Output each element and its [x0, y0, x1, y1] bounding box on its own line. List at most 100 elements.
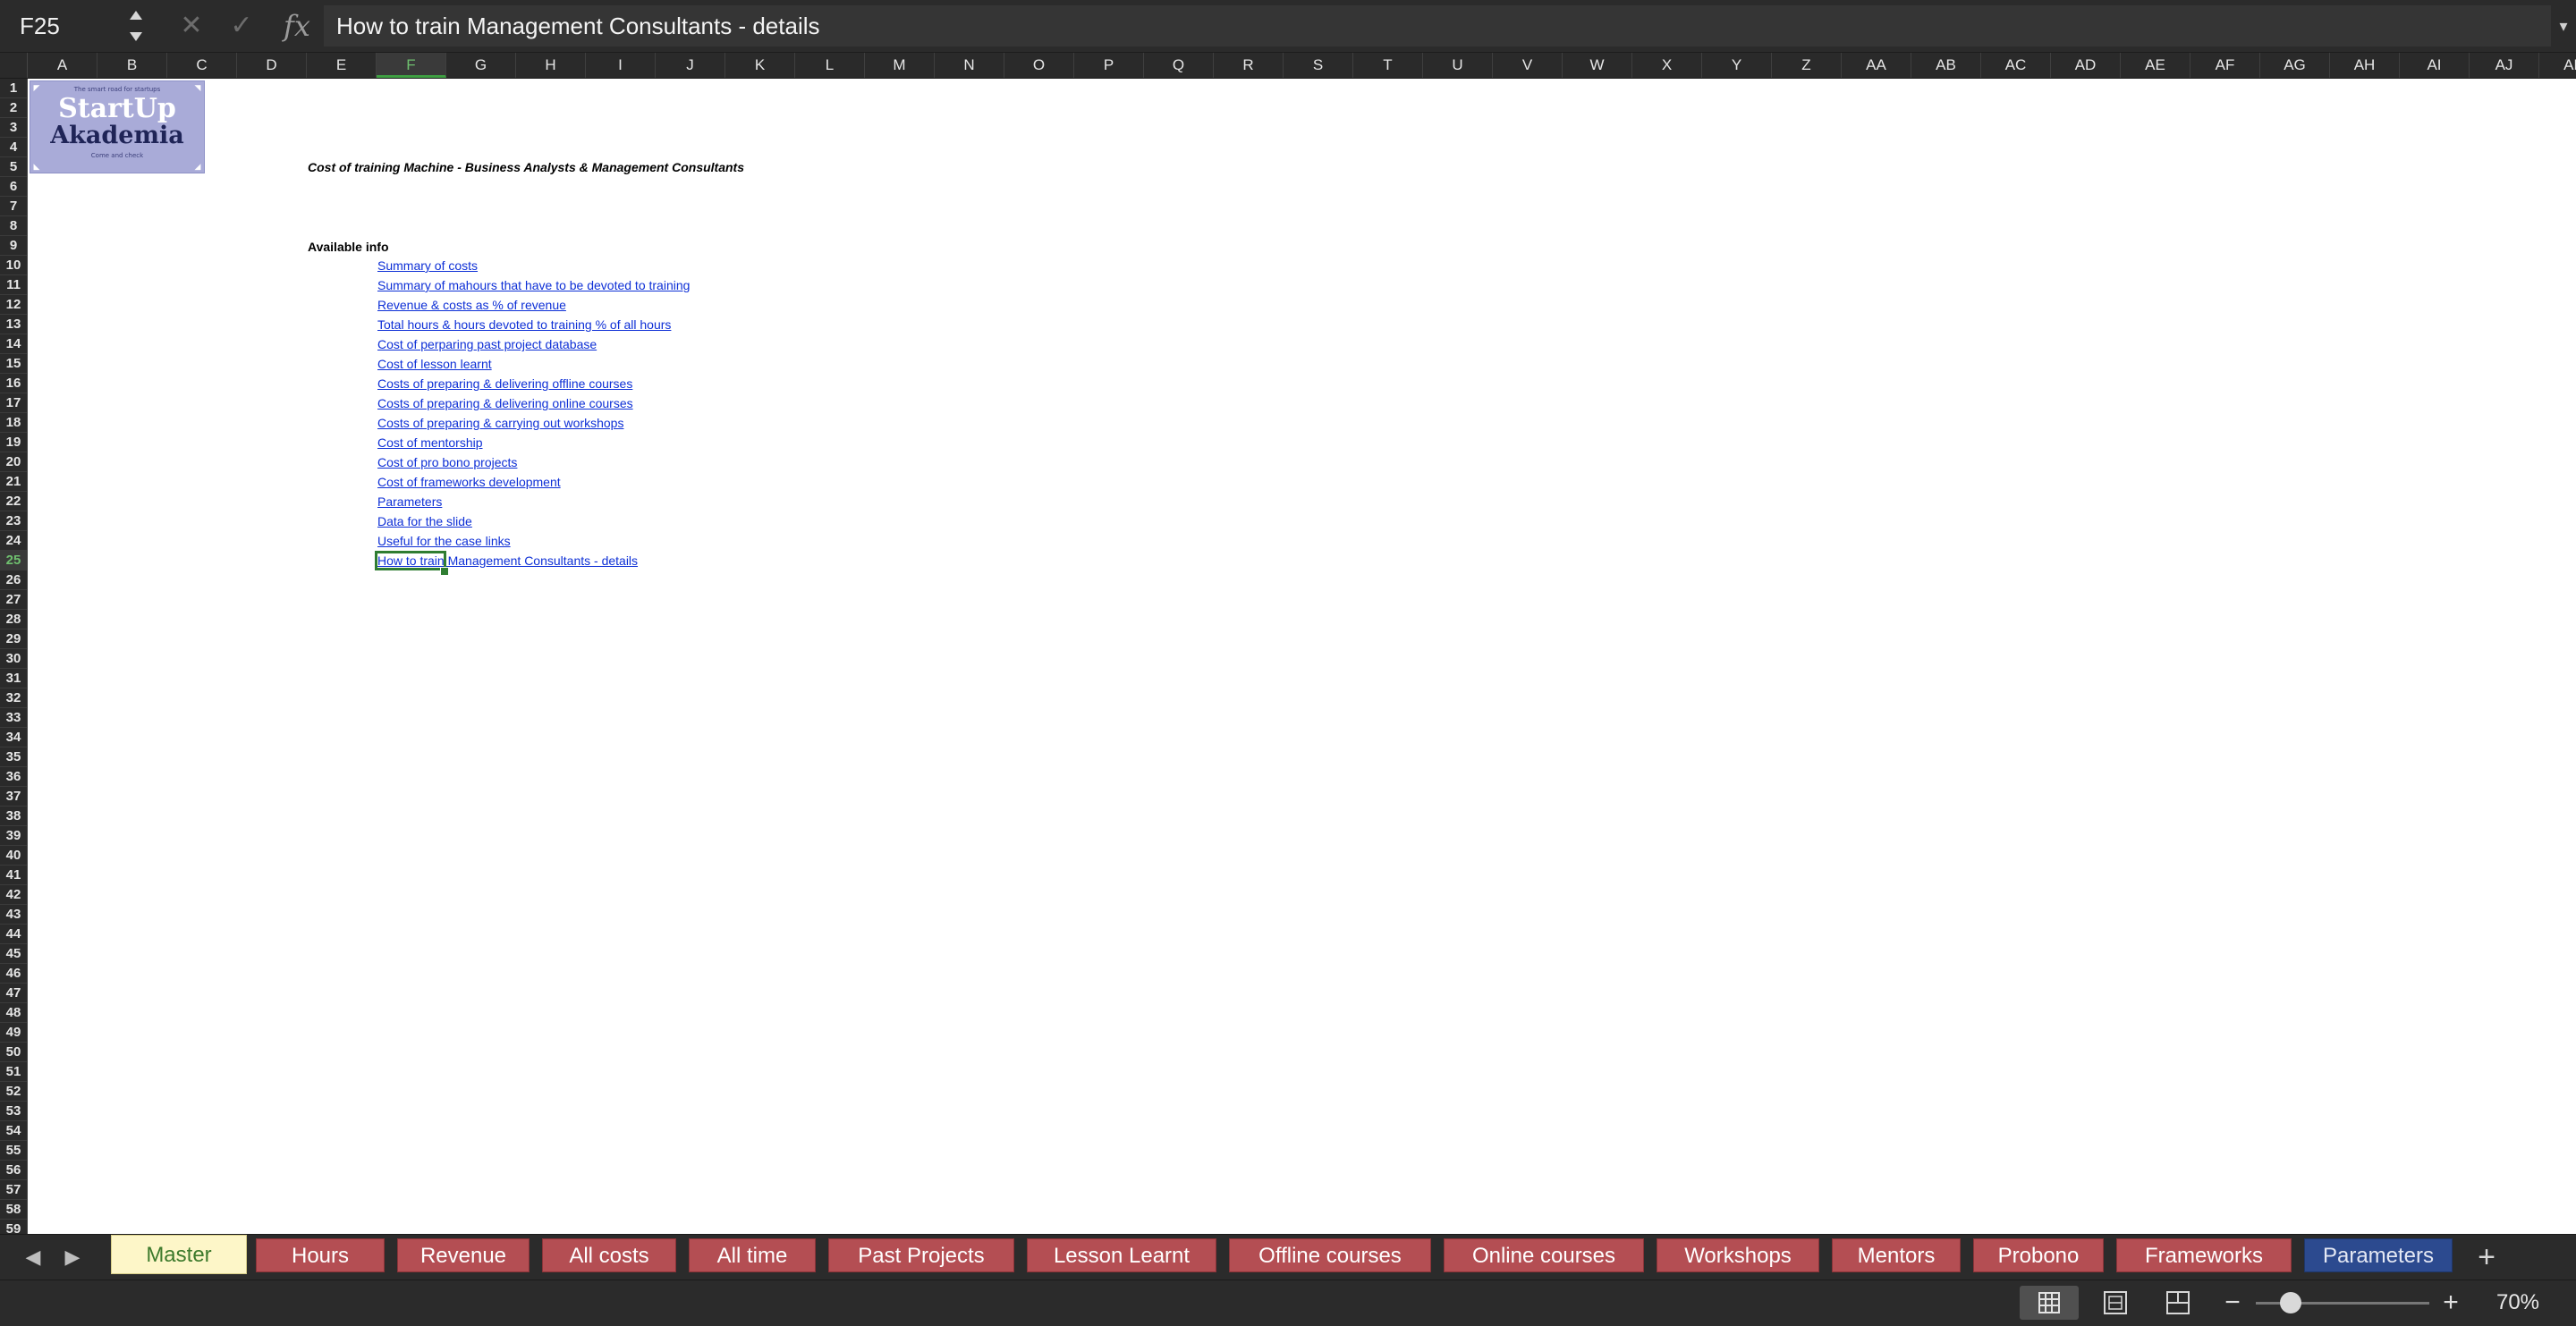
- row-header-26[interactable]: 26: [0, 570, 27, 590]
- row-header-51[interactable]: 51: [0, 1062, 27, 1082]
- link-online-courses[interactable]: Costs of preparing & delivering online c…: [377, 396, 633, 410]
- tab-past-projects[interactable]: Past Projects: [828, 1238, 1014, 1272]
- link-offline-courses[interactable]: Costs of preparing & delivering offline …: [377, 376, 632, 391]
- row-header-34[interactable]: 34: [0, 728, 27, 747]
- column-header-v[interactable]: V: [1493, 53, 1563, 78]
- fill-handle[interactable]: [440, 567, 449, 576]
- tab-offline-courses[interactable]: Offline courses: [1229, 1238, 1431, 1272]
- select-all-corner[interactable]: [0, 53, 28, 78]
- row-header-6[interactable]: 6: [0, 177, 27, 197]
- tab-revenue[interactable]: Revenue: [397, 1238, 530, 1272]
- link-revenue-costs[interactable]: Revenue & costs as % of revenue: [377, 298, 566, 312]
- add-sheet-icon[interactable]: +: [2469, 1240, 2504, 1274]
- row-header-21[interactable]: 21: [0, 472, 27, 492]
- link-lesson-learnt[interactable]: Cost of lesson learnt: [377, 357, 492, 371]
- row-header-58[interactable]: 58: [0, 1200, 27, 1220]
- insert-function-icon[interactable]: fx: [279, 5, 315, 46]
- link-how-to-train-details[interactable]: How to train Management Consultants - de…: [377, 553, 638, 568]
- column-header-ad[interactable]: AD: [2051, 53, 2121, 78]
- column-header-b[interactable]: B: [97, 53, 167, 78]
- row-header-43[interactable]: 43: [0, 905, 27, 925]
- row-header-15[interactable]: 15: [0, 354, 27, 374]
- column-header-ai[interactable]: AI: [2400, 53, 2470, 78]
- zoom-out-icon[interactable]: −: [2218, 1286, 2247, 1320]
- row-header-31[interactable]: 31: [0, 669, 27, 688]
- row-header-29[interactable]: 29: [0, 629, 27, 649]
- column-header-g[interactable]: G: [446, 53, 516, 78]
- link-mentorship[interactable]: Cost of mentorship: [377, 435, 483, 450]
- row-header-20[interactable]: 20: [0, 452, 27, 472]
- row-header-12[interactable]: 12: [0, 295, 27, 315]
- link-frameworks[interactable]: Cost of frameworks development: [377, 475, 561, 489]
- row-header-44[interactable]: 44: [0, 925, 27, 944]
- page-layout-view-icon[interactable]: [2086, 1286, 2145, 1320]
- row-header-59[interactable]: 59: [0, 1220, 27, 1234]
- column-header-a[interactable]: A: [28, 53, 97, 78]
- row-header-38[interactable]: 38: [0, 807, 27, 826]
- row-header-32[interactable]: 32: [0, 688, 27, 708]
- link-parameters[interactable]: Parameters: [377, 494, 442, 509]
- row-header-49[interactable]: 49: [0, 1023, 27, 1043]
- tab-mentors[interactable]: Mentors: [1832, 1238, 1961, 1272]
- row-header-7[interactable]: 7: [0, 197, 27, 216]
- column-header-q[interactable]: Q: [1144, 53, 1214, 78]
- row-header-52[interactable]: 52: [0, 1082, 27, 1102]
- next-sheet-icon[interactable]: ▶: [59, 1242, 86, 1272]
- link-summary-of-manhours[interactable]: Summary of mahours that have to be devot…: [377, 278, 690, 292]
- tab-online-courses[interactable]: Online courses: [1444, 1238, 1644, 1272]
- link-summary-of-costs[interactable]: Summary of costs: [377, 258, 478, 273]
- page-break-preview-icon[interactable]: [2148, 1286, 2207, 1320]
- resize-handle-icon[interactable]: ◥: [194, 84, 201, 92]
- link-past-project-database[interactable]: Cost of perparing past project database: [377, 337, 597, 351]
- column-header-ak[interactable]: AK: [2539, 53, 2576, 78]
- row-header-28[interactable]: 28: [0, 610, 27, 629]
- column-header-t[interactable]: T: [1353, 53, 1423, 78]
- row-header-16[interactable]: 16: [0, 374, 27, 393]
- row-header-14[interactable]: 14: [0, 334, 27, 354]
- row-header-22[interactable]: 22: [0, 492, 27, 511]
- row-header-4[interactable]: 4: [0, 138, 27, 157]
- row-header-57[interactable]: 57: [0, 1180, 27, 1200]
- column-header-aa[interactable]: AA: [1842, 53, 1911, 78]
- row-header-10[interactable]: 10: [0, 256, 27, 275]
- row-header-3[interactable]: 3: [0, 118, 27, 138]
- zoom-slider-thumb[interactable]: [2280, 1292, 2301, 1313]
- column-header-u[interactable]: U: [1423, 53, 1493, 78]
- startup-akademia-logo[interactable]: The smart road for startups StartUp Akad…: [30, 80, 205, 173]
- zoom-level[interactable]: 70%: [2478, 1286, 2558, 1320]
- worksheet-grid[interactable]: The smart road for startups StartUp Akad…: [28, 79, 2576, 1234]
- row-header-56[interactable]: 56: [0, 1161, 27, 1180]
- row-header-42[interactable]: 42: [0, 885, 27, 905]
- link-total-hours[interactable]: Total hours & hours devoted to training …: [377, 317, 671, 332]
- column-header-e[interactable]: E: [307, 53, 377, 78]
- tab-lesson-learnt[interactable]: Lesson Learnt: [1027, 1238, 1216, 1272]
- row-header-41[interactable]: 41: [0, 866, 27, 885]
- row-header-25[interactable]: 25: [0, 551, 27, 570]
- column-header-ae[interactable]: AE: [2121, 53, 2190, 78]
- row-header-48[interactable]: 48: [0, 1003, 27, 1023]
- column-header-n[interactable]: N: [935, 53, 1004, 78]
- row-header-36[interactable]: 36: [0, 767, 27, 787]
- column-header-aj[interactable]: AJ: [2470, 53, 2539, 78]
- row-header-18[interactable]: 18: [0, 413, 27, 433]
- column-header-p[interactable]: P: [1074, 53, 1144, 78]
- row-header-30[interactable]: 30: [0, 649, 27, 669]
- column-header-i[interactable]: I: [586, 53, 656, 78]
- row-header-9[interactable]: 9: [0, 236, 27, 256]
- row-header-11[interactable]: 11: [0, 275, 27, 295]
- row-header-46[interactable]: 46: [0, 964, 27, 984]
- row-header-47[interactable]: 47: [0, 984, 27, 1003]
- column-header-k[interactable]: K: [725, 53, 795, 78]
- tab-all-costs[interactable]: All costs: [542, 1238, 676, 1272]
- column-header-w[interactable]: W: [1563, 53, 1632, 78]
- link-workshops[interactable]: Costs of preparing & carrying out worksh…: [377, 416, 623, 430]
- resize-handle-icon[interactable]: ◢: [194, 163, 201, 171]
- row-header-37[interactable]: 37: [0, 787, 27, 807]
- zoom-in-icon[interactable]: +: [2436, 1286, 2465, 1320]
- tab-parameters[interactable]: Parameters: [2304, 1238, 2453, 1272]
- confirm-icon[interactable]: ✓: [225, 7, 258, 45]
- column-header-ag[interactable]: AG: [2260, 53, 2330, 78]
- column-header-r[interactable]: R: [1214, 53, 1284, 78]
- row-header-19[interactable]: 19: [0, 433, 27, 452]
- row-header-33[interactable]: 33: [0, 708, 27, 728]
